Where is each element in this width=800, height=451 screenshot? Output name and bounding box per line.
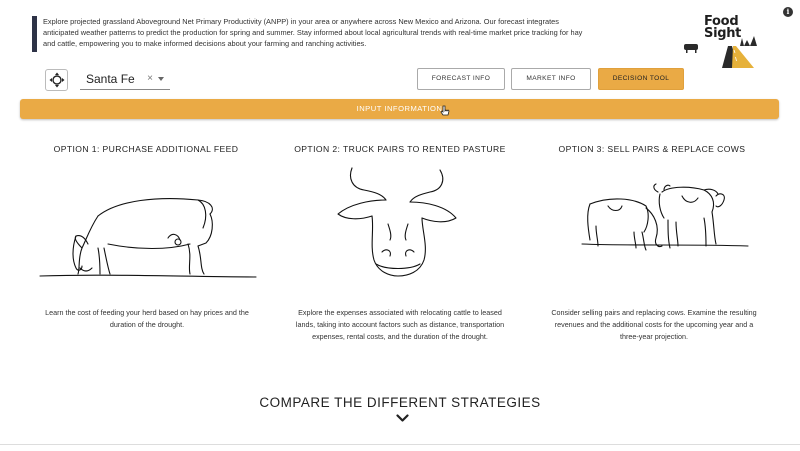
cows-pair-drawing xyxy=(581,183,749,251)
decision-tool-button[interactable]: DECISION TOOL xyxy=(598,68,684,90)
crosshair-icon xyxy=(49,72,64,88)
compare-strategies-toggle[interactable]: COMPARE THE DIFFERENT STRATEGIES xyxy=(250,395,550,425)
compare-label: COMPARE THE DIFFERENT STRATEGIES xyxy=(259,395,541,410)
clear-location-icon[interactable]: × xyxy=(147,73,153,84)
market-info-button[interactable]: MARKET INFO xyxy=(511,68,591,90)
divider xyxy=(0,444,800,445)
input-information-button[interactable]: INPUT INFORMATION xyxy=(20,99,779,119)
logo-wordmark: Food Sight xyxy=(704,15,742,41)
location-select[interactable]: Santa Fe × xyxy=(80,68,170,90)
option-3-title: OPTION 3: SELL PAIRS & REPLACE COWS xyxy=(558,144,746,154)
chevron-down-icon xyxy=(395,414,409,422)
option-2-title: OPTION 2: TRUCK PAIRS TO RENTED PASTURE xyxy=(294,144,506,154)
intro-text: Explore projected grassland Aboveground … xyxy=(43,17,583,48)
option-2-description: Explore the expenses associated with rel… xyxy=(295,308,505,341)
pointer-cursor-icon xyxy=(440,105,450,116)
option-3-description: Consider selling pairs and replacing cow… xyxy=(551,308,757,341)
forecast-info-button[interactable]: FORECAST INFO xyxy=(417,68,505,90)
info-icon[interactable]: i xyxy=(783,7,793,17)
locate-button[interactable] xyxy=(45,69,68,91)
caret-down-icon[interactable] xyxy=(158,76,164,81)
option-1-title: OPTION 1: PURCHASE ADDITIONAL FEED xyxy=(53,144,239,154)
cow-face-drawing xyxy=(337,167,457,277)
location-value: Santa Fe xyxy=(86,71,135,86)
option-1-description: Learn the cost of feeding your herd base… xyxy=(45,308,249,329)
logo-line-2: Sight xyxy=(704,26,742,41)
grazing-cow-drawing xyxy=(39,198,257,278)
intro-description: Explore projected grassland Aboveground … xyxy=(32,16,592,52)
